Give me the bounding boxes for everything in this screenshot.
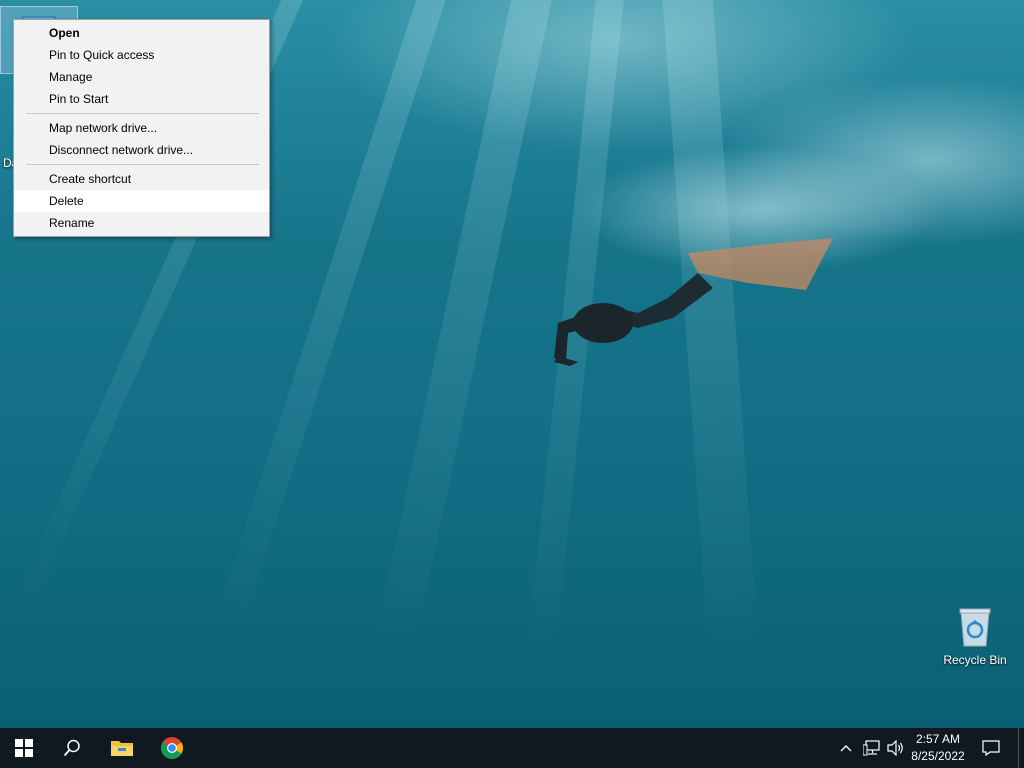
start-button[interactable]	[0, 728, 48, 768]
menu-item-create-shortcut[interactable]: Create shortcut	[14, 168, 269, 190]
clock-time: 2:57 AM	[915, 732, 961, 746]
chrome-button[interactable]	[148, 728, 196, 768]
action-center-button[interactable]	[976, 728, 1006, 768]
search-button[interactable]	[48, 728, 96, 768]
menu-separator	[26, 164, 259, 165]
search-icon	[63, 739, 80, 757]
menu-item-pin-to-start[interactable]: Pin to Start	[14, 88, 269, 110]
notification-icon	[982, 740, 1000, 756]
windows-logo-icon	[15, 739, 33, 757]
file-explorer-icon	[111, 741, 133, 756]
menu-item-pin-quick-access[interactable]: Pin to Quick access	[14, 44, 269, 66]
show-desktop-button[interactable]	[1018, 728, 1019, 768]
menu-item-rename[interactable]: Rename	[14, 212, 269, 234]
recycle-bin[interactable]: Recycle Bin	[937, 600, 1013, 667]
volume-button[interactable]	[884, 728, 908, 768]
desktop-icon-label: Recycle Bin	[943, 653, 1007, 667]
context-menu: Open Pin to Quick access Manage Pin to S…	[13, 19, 270, 237]
network-button[interactable]	[860, 728, 884, 768]
chevron-up-icon	[840, 745, 852, 752]
network-icon	[863, 740, 880, 756]
show-hidden-icons-button[interactable]	[836, 728, 856, 768]
menu-item-open[interactable]: Open	[14, 22, 269, 44]
file-explorer-button[interactable]	[98, 728, 146, 768]
taskbar: 2:57 AM 8/25/2022	[0, 728, 1024, 768]
diver-image	[554, 238, 833, 366]
menu-separator	[26, 113, 259, 114]
menu-item-disconnect-network-drive[interactable]: Disconnect network drive...	[14, 139, 269, 161]
clock-date: 8/25/2022	[911, 749, 965, 763]
recycle-bin-icon	[959, 608, 991, 647]
chrome-icon	[161, 737, 183, 759]
volume-icon	[887, 740, 903, 756]
menu-item-manage[interactable]: Manage	[14, 66, 269, 88]
menu-item-map-network-drive[interactable]: Map network drive...	[14, 117, 269, 139]
clock[interactable]: 2:57 AM 8/25/2022	[906, 731, 970, 765]
menu-item-delete[interactable]: Delete	[14, 190, 269, 212]
desktop-wallpaper[interactable]: M Da Recycle Bin Open Pin to Quick acces…	[0, 0, 1024, 728]
